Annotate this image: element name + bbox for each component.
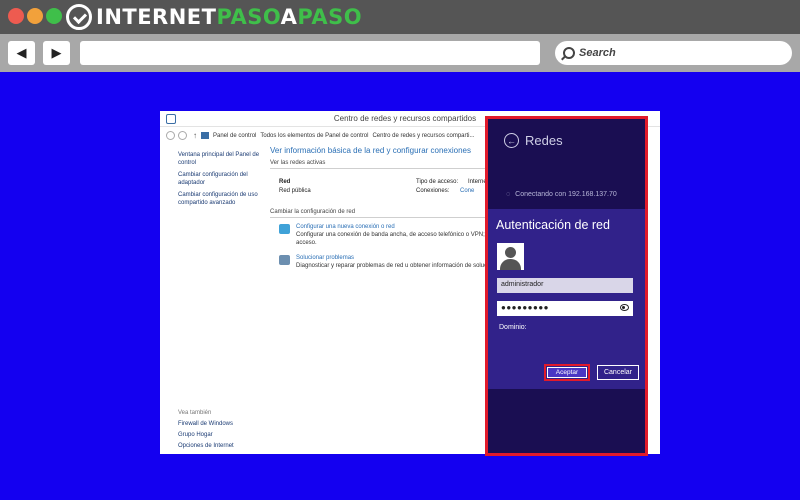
logo-text: INTERNETPASOAPASO [96, 5, 363, 29]
spinner-icon: ◌ [506, 191, 511, 198]
panel-title: Redes [525, 133, 563, 148]
connections-label: Conexiones: [416, 188, 450, 194]
reveal-password-icon[interactable] [620, 304, 629, 311]
connections-link[interactable]: Cone [460, 188, 474, 194]
accept-button[interactable]: Aceptar [547, 367, 587, 378]
address-bar[interactable] [80, 41, 540, 65]
password-mask: ●●●●●●●●● [501, 303, 549, 312]
see-also-item[interactable]: Firewall de Windows [178, 419, 234, 430]
access-type-label: Tipo de acceso: [416, 179, 459, 185]
auth-title: Autenticación de red [496, 218, 610, 232]
new-connection-icon [279, 224, 290, 234]
username-field[interactable]: administrador [497, 278, 633, 293]
password-field[interactable]: ●●●●●●●●● [497, 301, 633, 316]
left-nav: Ventana principal del Panel de control C… [178, 151, 260, 211]
connecting-text: Conectando con 192.168.137.70 [515, 191, 617, 198]
access-type-value: Interne [468, 179, 487, 185]
back-arrow-icon[interactable]: ← [504, 133, 519, 148]
new-connection-link[interactable]: Configurar una nueva conexión o red [296, 223, 395, 231]
back-button[interactable]: ◀ [8, 41, 35, 65]
forward-button[interactable]: ▶ [43, 41, 70, 65]
browser-titlebar: INTERNETPASOAPASO [0, 0, 800, 34]
up-arrow-icon[interactable]: ↑ [193, 131, 197, 140]
search-icon [563, 47, 575, 59]
search-placeholder: Search [579, 47, 616, 59]
check-circle-icon [66, 4, 92, 30]
breadcrumb-item[interactable]: Centro de redes y recursos comparti... [372, 133, 474, 139]
search-input[interactable]: Search [555, 41, 792, 65]
network-name: Red [279, 179, 291, 185]
network-auth-dialog: Autenticación de red administrador ●●●●●… [488, 209, 645, 389]
see-also-item[interactable]: Grupo Hogar [178, 430, 234, 441]
connecting-status: ◌ Conectando con 192.168.137.70 [506, 191, 617, 198]
left-nav-item[interactable]: Cambiar configuración de uso compartido … [178, 191, 260, 207]
close-window-button[interactable] [8, 8, 24, 24]
networks-panel: ← Redes ◌ Conectando con 192.168.137.70 … [485, 116, 648, 456]
panel-header: ← Redes [504, 133, 563, 148]
breadcrumb-item[interactable]: Panel de control [213, 133, 256, 139]
breadcrumb-item[interactable]: Todos los elementos de Panel de control [260, 133, 368, 139]
see-also: Vea también Firewall de Windows Grupo Ho… [178, 408, 234, 452]
troubleshoot-link[interactable]: Solucionar problemas [296, 254, 354, 262]
left-nav-item[interactable]: Ventana principal del Panel de control [178, 151, 260, 167]
domain-label: Dominio: [499, 324, 527, 331]
user-avatar-icon [497, 243, 524, 270]
back-arrow-icon: ◀ [16, 45, 27, 60]
site-logo: INTERNETPASOAPASO [66, 4, 362, 30]
network-type: Red pública [279, 188, 311, 194]
forward-arrow-icon: ▶ [51, 45, 62, 60]
see-also-item[interactable]: Opciones de Internet [178, 441, 234, 452]
forward-circle-icon[interactable] [178, 131, 187, 140]
troubleshoot-icon [279, 255, 290, 265]
back-circle-icon[interactable] [166, 131, 175, 140]
left-nav-item[interactable]: Cambiar configuración del adaptador [178, 171, 260, 187]
control-panel-icon [201, 132, 209, 139]
cancel-button[interactable]: Cancelar [597, 365, 639, 380]
minimize-window-button[interactable] [27, 8, 43, 24]
maximize-window-button[interactable] [46, 8, 62, 24]
see-also-header: Vea también [178, 410, 212, 416]
accept-highlight: Aceptar [544, 364, 590, 381]
browser-toolbar: ◀ ▶ Search [0, 34, 800, 72]
